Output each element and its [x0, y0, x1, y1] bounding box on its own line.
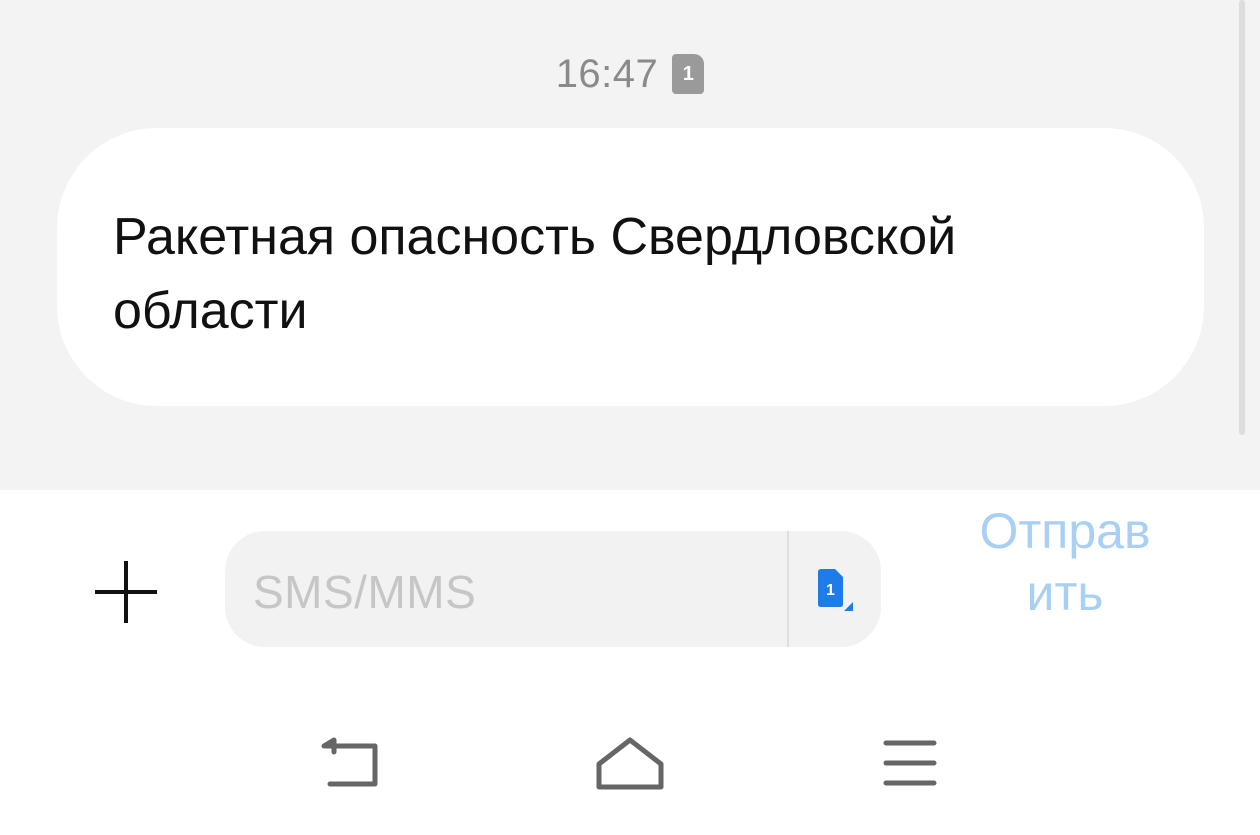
sim-select-button[interactable]: 1 — [815, 568, 855, 612]
plus-icon — [95, 561, 157, 623]
message-input-placeholder: SMS/MMS — [253, 566, 477, 618]
add-attachment-button[interactable] — [92, 558, 160, 626]
message-bubble[interactable]: Ракетная опасность Свердловской области — [57, 128, 1204, 406]
sim-1-icon: 1 — [672, 54, 705, 94]
home-icon — [596, 737, 664, 790]
back-icon — [321, 737, 378, 787]
message-input[interactable]: SMS/MMS 1 — [225, 531, 881, 647]
send-label-line1: Отправ — [979, 503, 1151, 559]
conversation-area: 16:47 1 Ракетная опасность Свердловской … — [0, 0, 1260, 490]
timestamp-row: 16:47 1 — [0, 50, 1260, 98]
send-label-line2: ить — [1026, 565, 1104, 621]
nav-menu-button[interactable] — [865, 730, 955, 800]
navigation-bar — [0, 700, 1260, 835]
send-button[interactable]: Отправ ить — [955, 500, 1175, 624]
nav-back-button[interactable] — [308, 730, 398, 800]
sim-card-icon: 1 — [818, 569, 853, 611]
sim-card-label: 1 — [826, 582, 835, 599]
menu-icon — [883, 740, 937, 786]
input-divider — [787, 531, 789, 647]
nav-home-button[interactable] — [585, 730, 675, 800]
scrollbar[interactable] — [1239, 0, 1245, 435]
message-timestamp: 16:47 — [555, 51, 659, 96]
message-text: Ракетная опасность Свердловской области — [113, 208, 957, 340]
